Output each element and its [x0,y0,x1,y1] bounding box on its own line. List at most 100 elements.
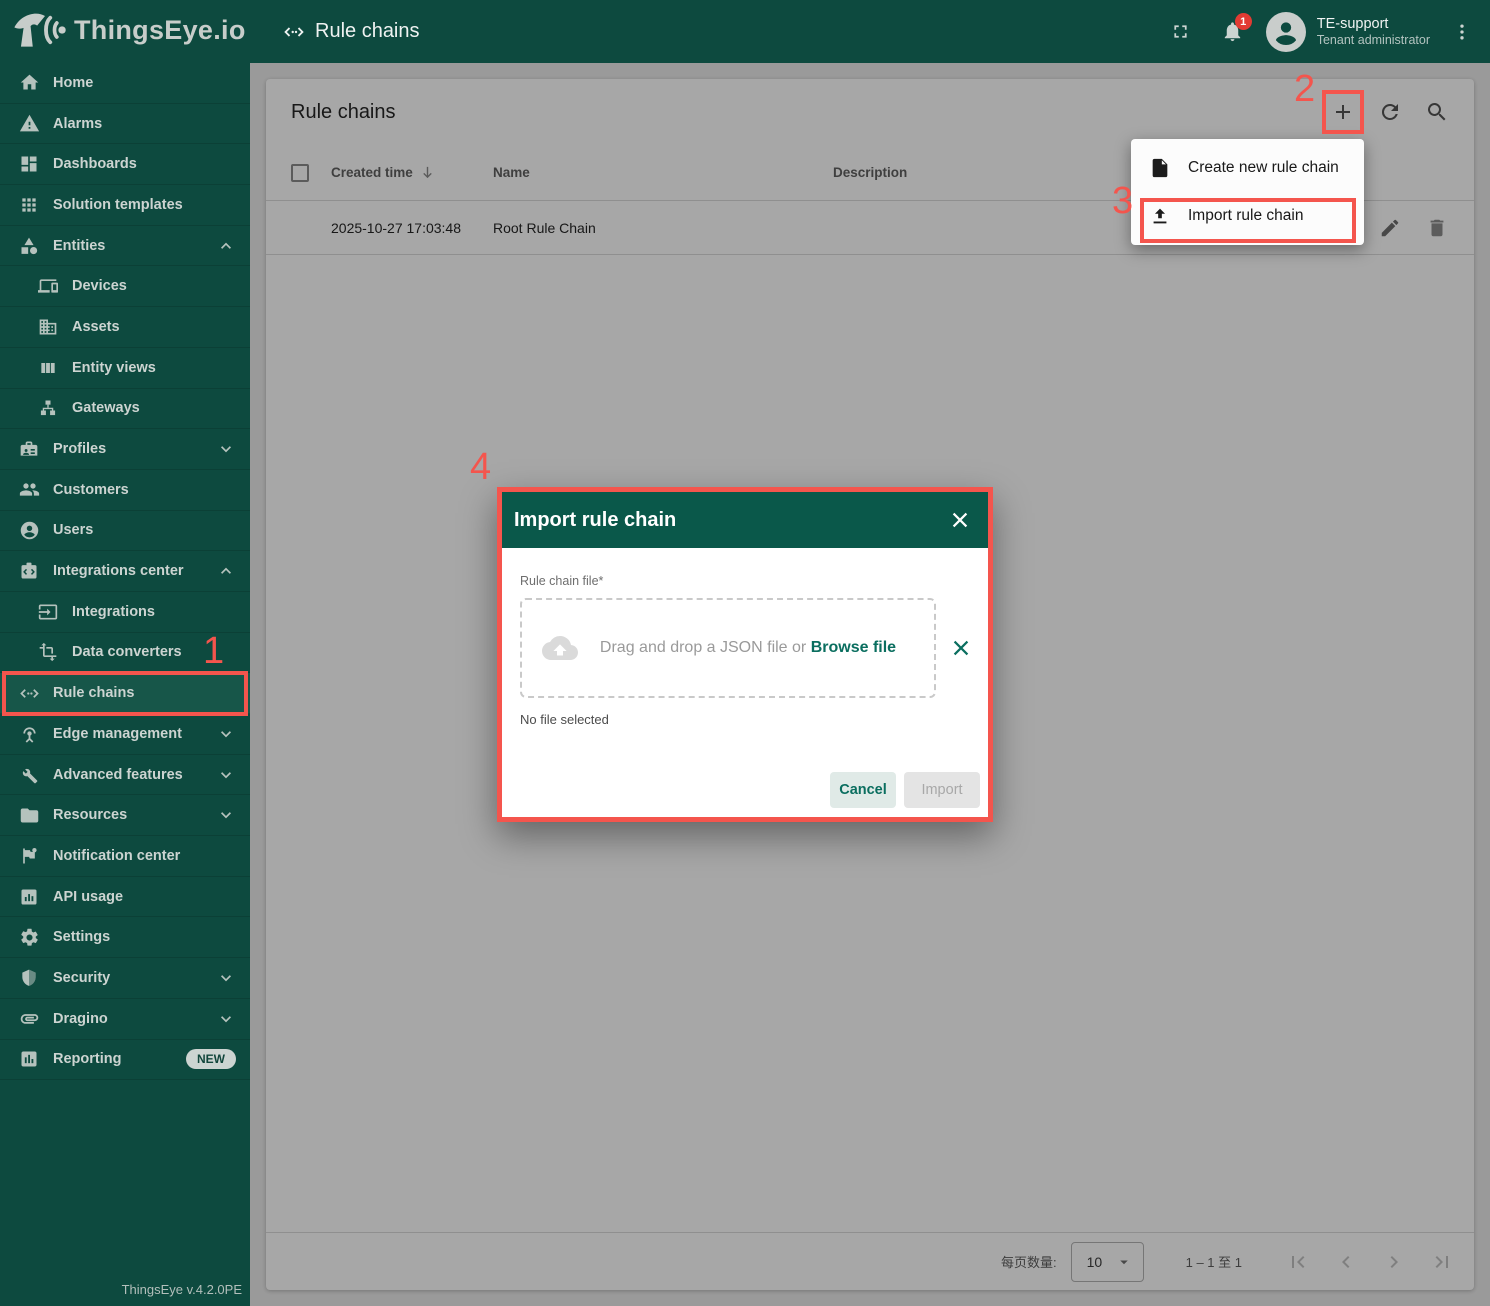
dropzone-text: Drag and drop a JSON file or Browse file [578,639,918,657]
sidebar-item-devices[interactable]: Devices [0,266,250,307]
annotation-step1: 1 [203,632,224,670]
sidebar-item-alarms[interactable]: Alarms [0,104,250,145]
integrations-center-icon [18,560,40,582]
input-arrow-icon [37,601,59,623]
sidebar-item-profiles[interactable]: Profiles [0,429,250,470]
dashboards-icon [18,153,40,175]
home-icon [18,72,40,94]
app-version: ThingsEye v.4.2.0PE [122,1282,242,1297]
sidebar-item-gateways[interactable]: Gateways [0,389,250,430]
sidebar-item-dragino[interactable]: Dragino [0,999,250,1040]
sidebar-item-integrations[interactable]: Integrations [0,592,250,633]
close-icon[interactable] [949,509,971,531]
sidebar-item-notification-center[interactable]: Notification center [0,836,250,877]
file-field-label: Rule chain file* [520,574,972,588]
notification-badge: 1 [1235,13,1252,30]
user-info[interactable]: TE-support Tenant administrator [1317,15,1430,49]
import-button[interactable]: Import [904,772,980,808]
sidebar-item-dashboards[interactable]: Dashboards [0,144,250,185]
person-circle-icon [18,519,40,541]
cancel-button[interactable]: Cancel [830,772,896,808]
sidebar-item-integrations-center[interactable]: Integrations center [0,551,250,592]
sidebar-item-users[interactable]: Users [0,511,250,552]
sidebar-item-assets[interactable]: Assets [0,307,250,348]
import-rule-chain-dialog: Import rule chain Rule chain file* Drag … [497,487,993,822]
brand-name: ThingsEye.io [74,15,246,46]
page-title: Rule chains [315,20,420,43]
tools-icon [18,764,40,786]
report-chart-icon [18,1048,40,1070]
brand-logo[interactable]: ThingsEye.io [10,7,246,53]
new-badge: NEW [186,1049,236,1069]
menu-item-import-rule-chain[interactable]: Import rule chain [1131,192,1364,240]
browse-file-link[interactable]: Browse file [811,639,896,656]
dialog-title: Import rule chain [514,509,676,532]
topbar-actions: 1 TE-support Tenant administrator [1170,0,1472,63]
people-icon [18,479,40,501]
kebab-menu-icon[interactable] [1452,22,1472,42]
chevron-down-icon [216,724,236,744]
chevron-down-icon [216,765,236,785]
sidebar-item-entity-views[interactable]: Entity views [0,348,250,389]
shapes-icon [18,235,40,257]
sidebar-item-settings[interactable]: Settings [0,917,250,958]
clear-file-icon[interactable] [950,637,972,659]
annotation-step3: 3 [1112,182,1133,220]
chevron-down-icon [216,968,236,988]
chevron-up-icon [216,236,236,256]
sidebar-item-reporting[interactable]: Reporting NEW [0,1040,250,1081]
new-file-icon [1149,157,1171,179]
building-icon [37,316,59,338]
dialog-footer: Cancel Import [830,772,980,808]
sidebar: Home Alarms Dashboards Solution template… [0,63,250,1306]
breadcrumb: Rule chains [283,0,420,63]
shield-icon [18,967,40,989]
file-dropzone[interactable]: Drag and drop a JSON file or Browse file [520,598,936,698]
devices-icon [37,275,59,297]
apps-grid-icon [18,194,40,216]
sidebar-item-edge-management[interactable]: Edge management [0,714,250,755]
sidebar-item-entities[interactable]: Entities [0,226,250,267]
notifications-button[interactable]: 1 [1221,20,1244,43]
chevron-down-icon [216,1009,236,1029]
sidebar-item-home[interactable]: Home [0,63,250,104]
sidebar-item-resources[interactable]: Resources [0,795,250,836]
sidebar-item-rule-chains[interactable]: Rule chains [0,673,250,714]
rule-chain-icon [18,682,40,704]
app-window: ThingsEye.io Rule chains 1 T [0,0,1490,1306]
no-file-text: No file selected [520,712,972,727]
thingseye-logo-icon [10,7,66,53]
transform-icon [37,641,59,663]
sidebar-item-security[interactable]: Security [0,958,250,999]
sidebar-item-solution-templates[interactable]: Solution templates [0,185,250,226]
annotation-step2: 2 [1294,70,1315,108]
dialog-body: Rule chain file* Drag and drop a JSON fi… [502,548,988,727]
sidebar-item-advanced-features[interactable]: Advanced features [0,755,250,796]
flag-icon [18,845,40,867]
gear-icon [18,926,40,948]
dialog-header: Import rule chain [502,492,988,548]
avatar[interactable] [1266,12,1306,52]
menu-item-create-new-rule-chain[interactable]: Create new rule chain [1131,144,1364,192]
badge-icon [18,438,40,460]
paperclip-icon [18,1008,40,1030]
rule-chain-icon [283,21,305,43]
chevron-up-icon [216,561,236,581]
network-tree-icon [37,397,59,419]
chevron-down-icon [216,439,236,459]
bar-chart-box-icon [18,886,40,908]
antenna-icon [18,723,40,745]
sidebar-item-api-usage[interactable]: API usage [0,877,250,918]
user-role: Tenant administrator [1317,33,1430,49]
user-name: TE-support [1317,15,1430,33]
cloud-upload-icon [542,634,578,662]
chevron-down-icon [216,805,236,825]
add-dropdown-menu: Create new rule chain Import rule chain [1131,139,1364,245]
top-bar: ThingsEye.io Rule chains 1 T [0,0,1490,63]
upload-icon [1149,205,1171,227]
annotation-step4: 4 [470,448,491,486]
folder-icon [18,804,40,826]
fullscreen-button[interactable] [1170,21,1191,42]
columns-icon [37,357,59,379]
sidebar-item-customers[interactable]: Customers [0,470,250,511]
